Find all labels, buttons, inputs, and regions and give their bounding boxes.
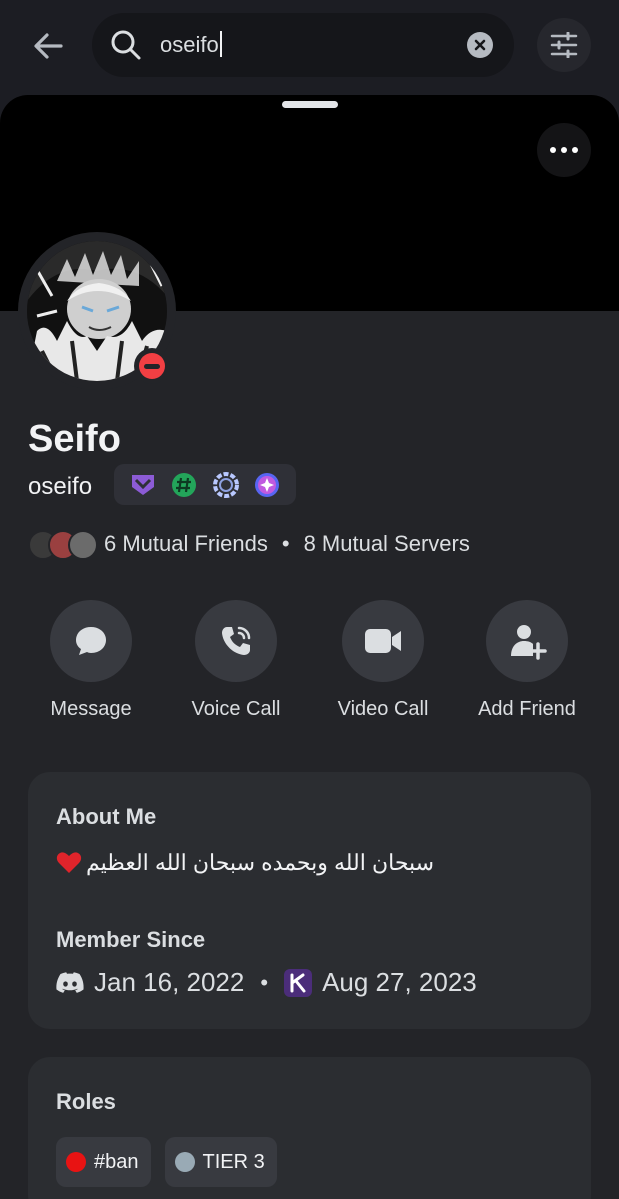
role-name: TIER 3: [202, 1150, 265, 1173]
drag-handle[interactable]: [282, 101, 338, 108]
mutual-friends-link[interactable]: 6 Mutual Friends: [104, 531, 268, 557]
more-dot-icon: [572, 147, 578, 153]
display-name: Seifo: [28, 418, 121, 460]
text-cursor: [219, 31, 222, 57]
clear-search-button[interactable]: [467, 32, 493, 58]
video-call-button-circle[interactable]: [342, 600, 424, 682]
video-call-button[interactable]: Video Call: [313, 600, 453, 721]
red-heart-icon: [56, 852, 82, 873]
video-camera-icon: [365, 629, 401, 653]
sliders-icon: [550, 32, 578, 58]
close-icon: [474, 39, 486, 51]
profile-sheet: Seifo oseifo 6 Mutual Friends • 8 Mutual…: [0, 95, 619, 1199]
phone-icon: [222, 626, 251, 655]
more-options-button[interactable]: [537, 123, 591, 177]
voice-call-button-circle[interactable]: [195, 600, 277, 682]
voice-call-button[interactable]: Voice Call: [166, 600, 306, 721]
mutual-separator: •: [281, 531, 290, 556]
about-me-card: About Me سبحان الله وبحمده سبحان الله ال…: [28, 772, 591, 1029]
about-me-text: سبحان الله وبحمده سبحان الله العظيم: [56, 850, 434, 876]
role-color-dot: [66, 1152, 86, 1172]
mutual-friends-avatars: [28, 530, 98, 560]
search-query[interactable]: oseifo: [160, 31, 222, 59]
about-me-heading: About Me: [56, 804, 157, 829]
member-since-heading: Member Since: [56, 927, 206, 952]
role-pill[interactable]: TIER 3: [164, 1137, 277, 1187]
avatar: [68, 530, 98, 560]
role-pill[interactable]: #ban: [56, 1137, 151, 1187]
mutual-servers-link[interactable]: 8 Mutual Servers: [304, 531, 470, 557]
top-bar: oseifo: [0, 0, 619, 95]
about-me-content: سبحان الله وبحمده سبحان الله العظيم: [86, 850, 435, 875]
add-friend-button[interactable]: Add Friend: [457, 600, 597, 721]
arrow-left-icon: [34, 33, 63, 59]
hashtag-badge-icon[interactable]: [171, 472, 197, 498]
mutual-info[interactable]: 6 Mutual Friends • 8 Mutual Servers: [28, 527, 470, 561]
role-name: #ban: [94, 1150, 139, 1173]
discord-join-date: Jan 16, 2022: [94, 967, 245, 997]
message-button-circle[interactable]: [50, 600, 132, 682]
search-icon: [111, 30, 141, 60]
profile-actions: Message Voice Call Video Call Add Friend: [0, 600, 619, 730]
message-button[interactable]: Message: [21, 600, 161, 721]
add-friend-button-circle[interactable]: [486, 600, 568, 682]
role-color-dot: [174, 1152, 195, 1172]
message-label: Message: [50, 698, 132, 720]
discord-logo-icon: [56, 971, 84, 993]
voice-call-label: Voice Call: [191, 698, 281, 720]
add-friend-icon: [511, 625, 547, 660]
badge-list: [114, 464, 296, 505]
username[interactable]: oseifo: [28, 473, 92, 501]
nitro-boost-badge-icon[interactable]: [212, 471, 239, 498]
server-icon: [284, 968, 313, 997]
hypesquad-balance-icon[interactable]: [130, 472, 156, 498]
member-since-row: Jan 16, 2022 • Aug 27, 2023: [56, 967, 477, 998]
quest-badge-icon[interactable]: [254, 472, 280, 498]
back-button[interactable]: [28, 26, 68, 66]
roles-list: #ban TIER 3: [56, 1137, 277, 1187]
add-friend-label: Add Friend: [478, 698, 576, 720]
roles-card: Roles #ban TIER 3: [28, 1057, 591, 1199]
avatar-container[interactable]: [18, 232, 176, 390]
roles-heading: Roles: [56, 1089, 116, 1114]
filter-button[interactable]: [537, 18, 591, 72]
dnd-status-icon: [134, 348, 170, 384]
date-separator: •: [260, 969, 269, 995]
server-join-date: Aug 27, 2023: [322, 967, 477, 997]
more-dot-icon: [550, 147, 556, 153]
search-input[interactable]: oseifo: [92, 13, 514, 77]
more-dot-icon: [561, 147, 567, 153]
chat-bubble-icon: [76, 627, 106, 655]
video-call-label: Video Call: [337, 698, 429, 720]
